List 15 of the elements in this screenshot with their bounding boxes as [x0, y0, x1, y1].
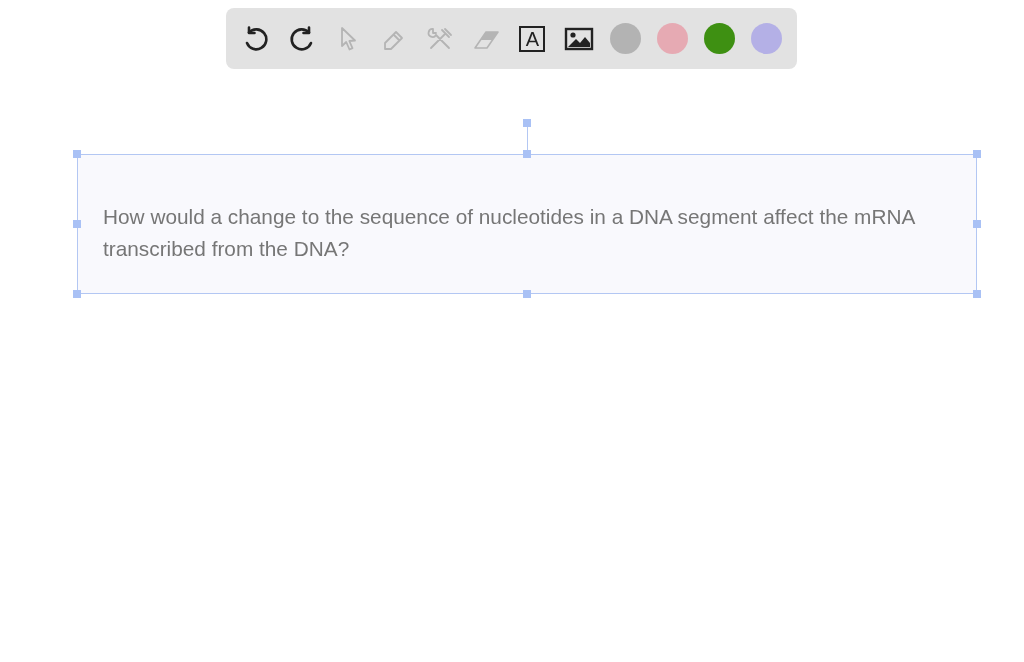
resize-handle[interactable] [973, 290, 981, 298]
resize-handle[interactable] [73, 150, 81, 158]
rotate-handle[interactable] [523, 119, 531, 150]
resize-handle[interactable] [973, 220, 981, 228]
color-swatch-icon[interactable] [750, 23, 782, 54]
resize-handle[interactable] [523, 290, 531, 298]
resize-handle[interactable] [73, 290, 81, 298]
text-tool-button[interactable]: A [519, 25, 546, 52]
color-swatch-icon[interactable] [609, 23, 641, 54]
resize-handle[interactable] [523, 150, 531, 158]
question-text: How would a change to the sequence of nucleotides in a DNA segment affect the mRNA transcribed from the DNA? [103, 204, 916, 262]
color-swatch-icon[interactable] [656, 23, 688, 54]
resize-handle[interactable] [973, 150, 981, 158]
color-swatch-icon[interactable] [703, 23, 735, 54]
resize-handle[interactable] [73, 220, 81, 228]
